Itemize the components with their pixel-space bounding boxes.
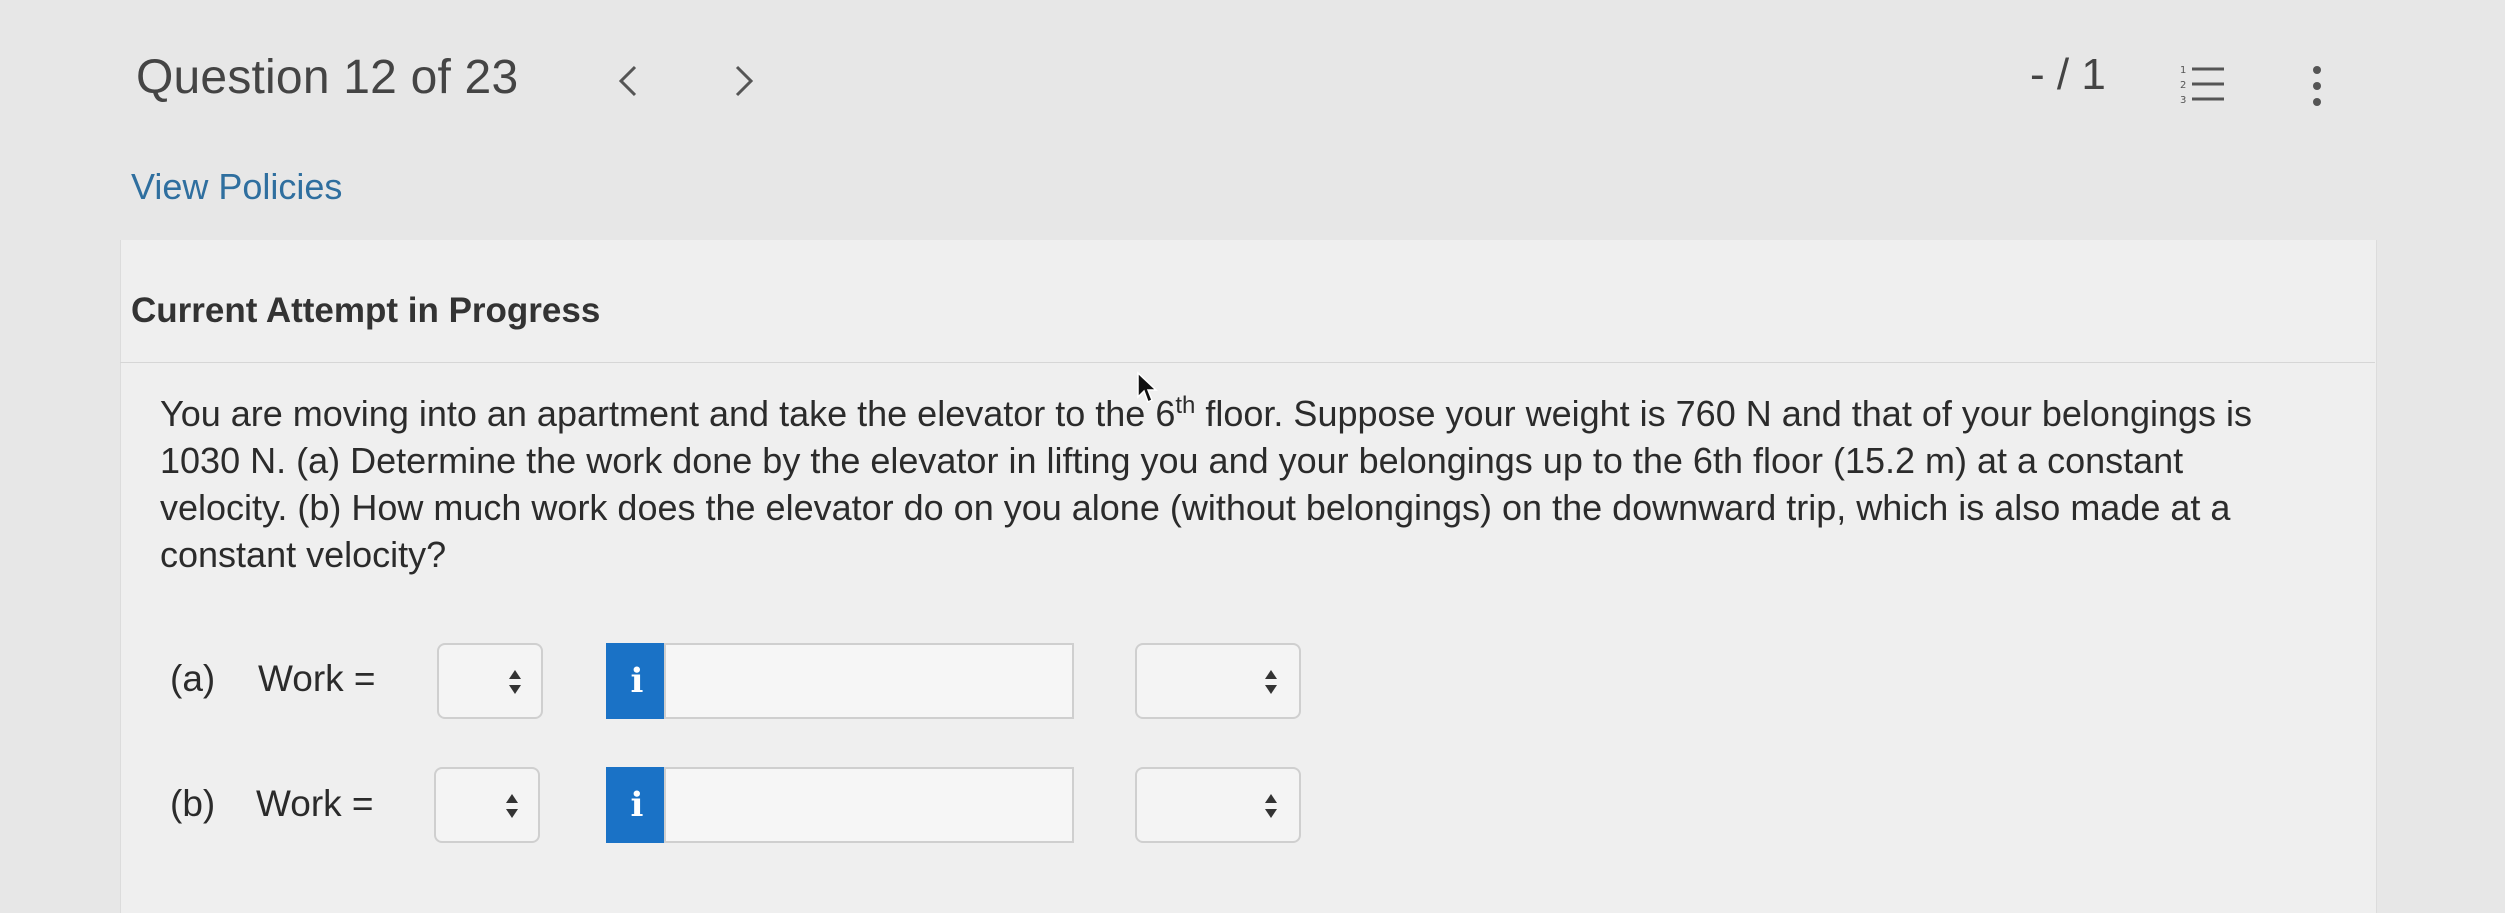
answer-b-number-input[interactable]: [664, 767, 1074, 843]
updown-arrows-icon: [1265, 794, 1277, 818]
updown-arrows-icon: [506, 794, 518, 818]
answer-a-number-input[interactable]: [664, 643, 1074, 719]
chevron-right-icon: [735, 65, 754, 97]
numbered-list-icon[interactable]: 1 2 3: [2178, 62, 2226, 106]
answer-b-unit-select[interactable]: [1135, 767, 1301, 843]
answer-a-unit-select[interactable]: [1135, 643, 1301, 719]
updown-arrows-icon: [509, 670, 521, 694]
answer-b-work-label: Work =: [256, 783, 374, 824]
answer-a-label: (a): [170, 658, 216, 699]
svg-text:2: 2: [2180, 80, 2186, 91]
svg-text:1: 1: [2180, 65, 2186, 76]
view-policies-link[interactable]: View Policies: [131, 166, 342, 208]
answer-a-sign-select[interactable]: [437, 643, 543, 719]
chevron-left-icon: [618, 65, 637, 97]
attempt-heading: Current Attempt in Progress: [131, 291, 601, 330]
assignment-page: Question 12 of 23 - / 1 1 2 3 View Polic…: [0, 0, 2505, 913]
score-display: - / 1: [2030, 50, 2106, 99]
question-superscript: th: [1175, 392, 1196, 419]
previous-question-button[interactable]: [608, 56, 648, 106]
answer-b-label: (b): [170, 783, 216, 824]
answer-b-info-button[interactable]: i: [606, 767, 668, 843]
kebab-menu-icon[interactable]: [2305, 62, 2329, 110]
divider: [120, 362, 2375, 363]
svg-text:3: 3: [2180, 95, 2186, 106]
question-text-part1: You are moving into an apartment and tak…: [160, 393, 1176, 434]
answer-a-info-button[interactable]: i: [606, 643, 668, 719]
answer-b-sign-select[interactable]: [434, 767, 540, 843]
next-question-button[interactable]: [724, 56, 764, 106]
question-title: Question 12 of 23: [136, 51, 519, 104]
mouse-pointer-icon: [1137, 371, 1158, 404]
answer-a-work-label: Work =: [258, 658, 376, 699]
updown-arrows-icon: [1265, 670, 1277, 694]
question-text: You are moving into an apartment and tak…: [160, 390, 2320, 578]
